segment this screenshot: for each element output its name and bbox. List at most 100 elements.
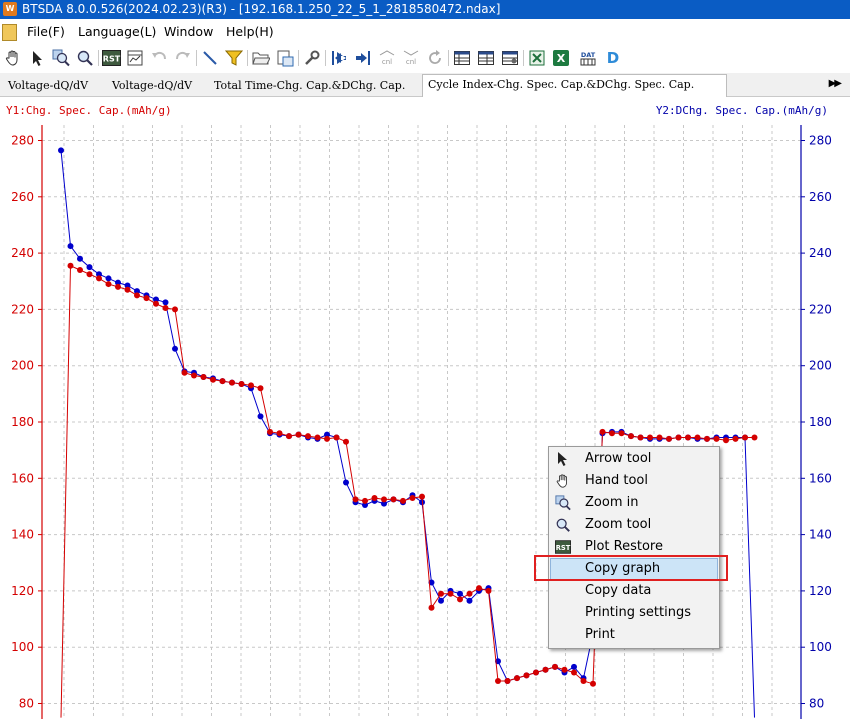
document-icon[interactable] bbox=[2, 24, 17, 41]
menu-item-zoom-tool[interactable]: Zoom tool bbox=[550, 514, 718, 536]
open-folder-icon[interactable] bbox=[251, 48, 271, 68]
y2-tick-label: 160 bbox=[809, 471, 832, 485]
data-point bbox=[105, 275, 112, 282]
menu-item-arrow-tool[interactable]: Arrow tool bbox=[550, 448, 718, 470]
data-point bbox=[419, 493, 425, 500]
menu-item-label: Arrow tool bbox=[585, 451, 652, 466]
tab-cycle-index-spec-cap[interactable]: Cycle Index-Chg. Spec. Cap.&DChg. Spec. … bbox=[422, 74, 727, 97]
tab-voltage-dqdv-1[interactable]: Voltage-dQ/dV bbox=[6, 76, 90, 95]
data-point bbox=[742, 434, 748, 441]
svg-text:RST: RST bbox=[556, 544, 571, 552]
zoom-in-icon[interactable] bbox=[51, 48, 71, 68]
hand-tool-icon bbox=[555, 473, 571, 489]
arrow-left-icon[interactable] bbox=[329, 48, 349, 68]
data-qr-icon[interactable]: DAT bbox=[578, 48, 598, 68]
menu-item-label: Plot Restore bbox=[585, 539, 663, 554]
annotation-highlight-box bbox=[534, 555, 728, 581]
data-point bbox=[362, 497, 368, 504]
tab-total-time-cap[interactable]: Total Time-Chg. Cap.&DChg. Cap. bbox=[212, 76, 407, 95]
y2-tick-label: 280 bbox=[809, 134, 832, 148]
arrow-tool-icon[interactable] bbox=[27, 48, 47, 68]
cycle-next-icon[interactable]: cnl bbox=[401, 48, 421, 68]
data-point bbox=[466, 597, 473, 604]
data-point bbox=[276, 430, 283, 437]
data-point bbox=[191, 372, 197, 379]
data-point bbox=[552, 663, 558, 670]
cycle-prev-icon[interactable]: cnl bbox=[377, 48, 397, 68]
data-point bbox=[210, 376, 216, 383]
svg-text:cnl: cnl bbox=[406, 58, 416, 66]
data-point bbox=[257, 385, 264, 392]
plot-restore-icon[interactable]: RST bbox=[101, 48, 121, 68]
menu-file[interactable]: File(F) bbox=[27, 24, 65, 39]
menu-item-label: Print bbox=[585, 627, 615, 642]
menu-item-label: Zoom in bbox=[585, 495, 639, 510]
table-settings-icon[interactable] bbox=[500, 48, 520, 68]
data-point bbox=[590, 680, 596, 687]
toolbar: RST cnl cnl X DAT D bbox=[0, 45, 850, 71]
data-point bbox=[504, 677, 511, 684]
data-point bbox=[324, 435, 330, 442]
table-icon[interactable] bbox=[452, 48, 472, 68]
menu-window[interactable]: Window bbox=[164, 24, 213, 39]
y2-tick-label: 100 bbox=[809, 640, 832, 654]
excel-icon[interactable]: X bbox=[551, 48, 571, 68]
hand-tool-icon[interactable] bbox=[3, 48, 23, 68]
data-point bbox=[229, 379, 235, 386]
arrow-right-icon[interactable] bbox=[353, 48, 373, 68]
save-as-icon[interactable] bbox=[275, 48, 295, 68]
y2-tick-label: 80 bbox=[809, 697, 824, 711]
arrow-tool-icon bbox=[555, 451, 571, 467]
window-title: BTSDA 8.0.0.526(2024.02.23)(R3) - [192.1… bbox=[22, 2, 501, 16]
table-chart-icon[interactable] bbox=[125, 48, 145, 68]
data-point bbox=[751, 434, 758, 441]
y2-tick-label: 140 bbox=[809, 528, 832, 542]
y2-tick-label: 180 bbox=[809, 415, 832, 429]
y1-tick-label: 140 bbox=[11, 528, 34, 542]
zoom-in-icon bbox=[555, 495, 571, 511]
data-point bbox=[86, 271, 93, 278]
menu-item-hand-tool[interactable]: Hand tool bbox=[550, 470, 718, 492]
data-point bbox=[533, 669, 539, 676]
menu-item-print[interactable]: Print bbox=[550, 624, 718, 646]
y2-tick-label: 240 bbox=[809, 246, 832, 260]
menu-help[interactable]: Help(H) bbox=[226, 24, 274, 39]
line-tool-icon[interactable] bbox=[200, 48, 220, 68]
data-point bbox=[628, 433, 634, 440]
chart[interactable]: 280 280 260 260 240 240 220 220 200 200 180 180 160 1… bbox=[0, 97, 850, 719]
table-edit-icon[interactable] bbox=[476, 48, 496, 68]
filter-icon[interactable] bbox=[224, 48, 244, 68]
zoom-tool-icon[interactable] bbox=[75, 48, 95, 68]
data-point bbox=[162, 304, 169, 311]
svg-text:cnl: cnl bbox=[382, 58, 392, 66]
menu-item-copy-data[interactable]: Copy data bbox=[550, 580, 718, 602]
data-point bbox=[58, 147, 64, 154]
refresh-icon[interactable] bbox=[425, 48, 445, 68]
wrench-icon[interactable] bbox=[302, 48, 322, 68]
d-icon[interactable]: D bbox=[603, 48, 623, 68]
data-point bbox=[571, 669, 577, 676]
svg-text:DAT: DAT bbox=[581, 51, 596, 59]
plot-area[interactable]: Y1:Chg. Spec. Cap.(mAh/g) Y2:DChg. Spec.… bbox=[0, 97, 850, 719]
title-bar: W BTSDA 8.0.0.526(2024.02.23)(R3) - [192… bbox=[0, 0, 850, 19]
menu-language[interactable]: Language(L) bbox=[78, 24, 156, 39]
tab-voltage-dqdv-2[interactable]: Voltage-dQ/dV bbox=[110, 76, 194, 95]
tab-scroll-right-icon[interactable]: ▶▶ bbox=[829, 78, 842, 89]
data-point bbox=[219, 378, 226, 385]
app-icon[interactable]: W bbox=[3, 2, 17, 16]
plot-restore-icon: RST bbox=[555, 539, 571, 555]
undo-icon[interactable] bbox=[149, 48, 169, 68]
menu-item-label: Hand tool bbox=[585, 473, 648, 488]
redo-icon[interactable] bbox=[173, 48, 193, 68]
excel-export-icon[interactable] bbox=[527, 48, 547, 68]
data-point bbox=[162, 299, 169, 306]
data-point bbox=[666, 435, 672, 442]
data-point bbox=[343, 438, 349, 445]
data-point bbox=[172, 306, 178, 313]
data-point bbox=[438, 590, 444, 597]
data-point bbox=[438, 597, 444, 604]
menu-item-printing-settings[interactable]: Printing settings bbox=[550, 602, 718, 624]
data-point bbox=[286, 433, 292, 440]
data-point bbox=[457, 590, 463, 597]
menu-item-zoom-in[interactable]: Zoom in bbox=[550, 492, 718, 514]
